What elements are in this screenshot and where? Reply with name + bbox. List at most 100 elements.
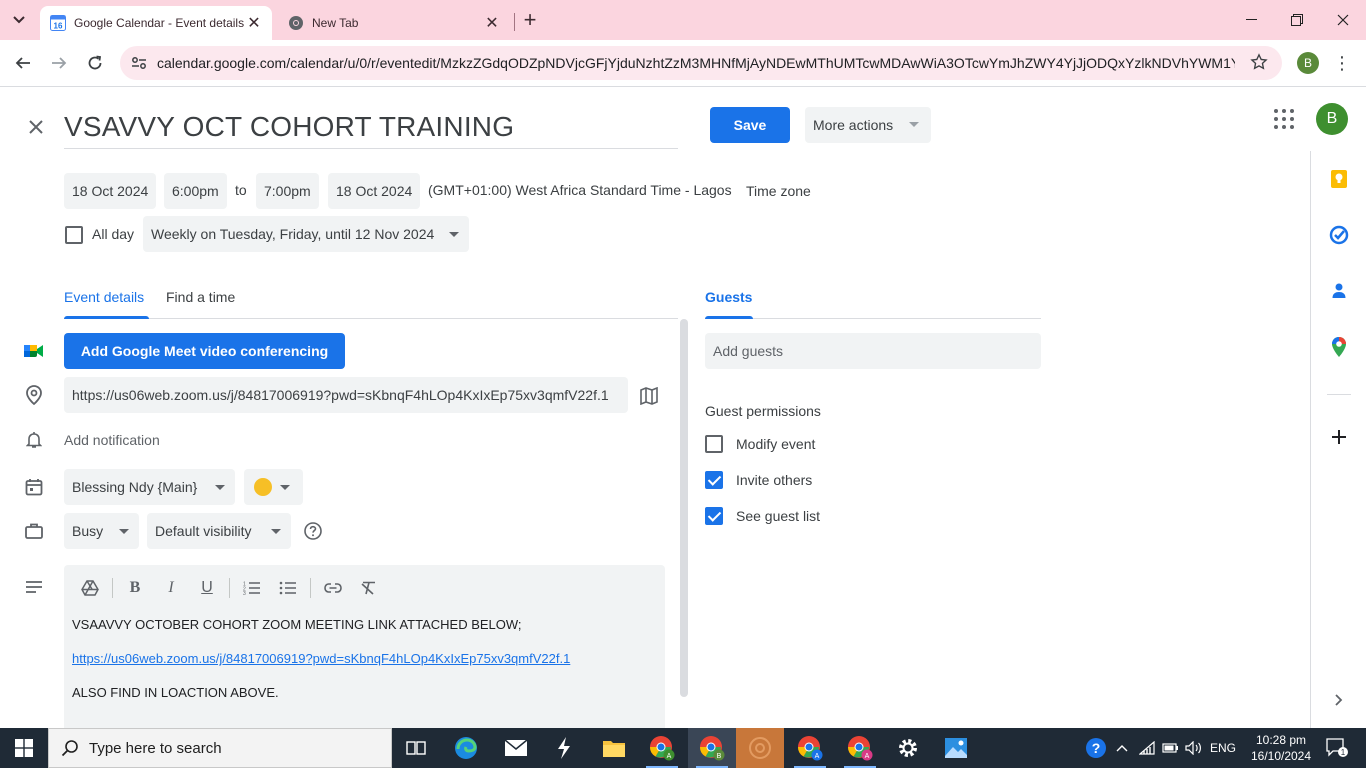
add-notification-button[interactable]: Add notification [64, 432, 160, 448]
chrome-menu-icon[interactable]: ⋮ [1332, 50, 1352, 76]
close-window-button[interactable] [1320, 0, 1366, 40]
help-icon[interactable] [303, 521, 323, 541]
tasks-icon[interactable] [1327, 223, 1351, 247]
forward-button[interactable] [44, 48, 74, 78]
event-color-select[interactable] [244, 469, 303, 505]
start-date-picker[interactable]: 18 Oct 2024 [64, 173, 157, 209]
side-panel-divider [1327, 394, 1351, 395]
svg-text:A: A [815, 753, 820, 760]
time-zone-button[interactable]: Time zone [746, 183, 811, 199]
maps-icon[interactable] [1327, 335, 1351, 359]
bell-icon [22, 428, 46, 452]
color-swatch [254, 478, 272, 496]
taskbar-search[interactable]: Type here to search [48, 728, 392, 768]
visibility-select[interactable]: Default visibility [147, 513, 291, 549]
description-link[interactable]: https://us06web.zoom.us/j/84817006919?pw… [72, 651, 570, 666]
clear-formatting-icon[interactable] [357, 576, 381, 600]
chrome-profile-avatar[interactable]: B [1297, 52, 1319, 74]
description-line: ALSO FIND IN LOACTION ABOVE. [72, 685, 279, 700]
location-input[interactable]: https://us06web.zoom.us/j/84817006919?pw… [64, 377, 628, 413]
description-line: VSAAVVY OCTOBER COHORT ZOOM MEETING LINK… [72, 617, 522, 632]
dropdown-caret-icon [215, 485, 225, 490]
event-title-input[interactable]: VSAVVY OCT COHORT TRAINING [64, 107, 678, 149]
chrome-profile-a3-icon[interactable]: A [836, 728, 884, 768]
dropdown-caret-icon [271, 529, 281, 534]
details-scrollbar[interactable] [680, 319, 688, 697]
more-actions-button[interactable]: More actions [805, 107, 931, 143]
add-meet-button[interactable]: Add Google Meet video conferencing [64, 333, 345, 369]
numbered-list-icon[interactable]: 123 [240, 576, 264, 600]
expand-icon[interactable] [1327, 688, 1351, 712]
task-view-icon[interactable] [392, 728, 440, 768]
add-icon[interactable] [1327, 425, 1351, 449]
all-day-checkbox[interactable] [65, 226, 83, 244]
battery-icon[interactable] [1160, 728, 1182, 768]
bold-icon[interactable]: B [123, 576, 147, 600]
volume-icon[interactable] [1183, 728, 1205, 768]
minimize-button[interactable] [1228, 0, 1274, 40]
reload-icon [88, 55, 102, 70]
new-tab-button[interactable]: + [518, 7, 542, 32]
language-indicator[interactable]: ENG [1208, 728, 1238, 768]
site-info-icon[interactable] [128, 52, 150, 74]
drive-attachment-icon[interactable] [78, 576, 102, 600]
bookmark-star-icon[interactable] [1250, 53, 1268, 76]
show-hidden-icons-icon[interactable] [1112, 728, 1132, 768]
add-guests-input[interactable]: Add guests [705, 333, 1041, 369]
reload-button[interactable] [80, 48, 110, 78]
invite-others-checkbox[interactable] [705, 471, 723, 489]
recurrence-select[interactable]: Weekly on Tuesday, Friday, until 12 Nov … [143, 216, 469, 252]
network-icon[interactable] [1136, 728, 1160, 768]
description-editor[interactable]: B I U 123 VSAAVVY OCTOBER COHORT ZOOM ME… [64, 565, 665, 728]
link-icon[interactable] [321, 576, 345, 600]
settings-gear-icon[interactable] [884, 728, 932, 768]
restore-button[interactable] [1274, 0, 1320, 40]
start-button[interactable] [0, 728, 48, 768]
close-tab-icon[interactable]: ✕ [244, 13, 264, 33]
end-date-picker[interactable]: 18 Oct 2024 [328, 173, 421, 209]
tab-guests[interactable]: Guests [705, 289, 752, 305]
timezone-label[interactable]: (GMT+01:00) West Africa Standard Time - … [428, 182, 732, 198]
chrome-profile-b-icon[interactable]: B [688, 728, 736, 768]
notification-center-icon[interactable]: 1 [1322, 728, 1352, 768]
start-time-picker[interactable]: 6:00pm [164, 173, 227, 209]
chrome-profile-orange-icon[interactable] [736, 728, 784, 768]
file-explorer-icon[interactable] [590, 728, 638, 768]
end-time-picker[interactable]: 7:00pm [256, 173, 319, 209]
calendar-select[interactable]: Blessing Ndy {Main} [64, 469, 235, 505]
underline-icon[interactable]: U [195, 576, 219, 600]
back-button[interactable] [8, 48, 38, 78]
mail-icon[interactable] [492, 728, 540, 768]
address-bar[interactable]: calendar.google.com/calendar/u/0/r/event… [120, 46, 1282, 80]
bulleted-list-icon[interactable] [276, 576, 300, 600]
browser-tab-calendar[interactable]: 16 Google Calendar - Event details ✕ [40, 6, 272, 40]
account-avatar[interactable]: B [1316, 103, 1348, 135]
photos-icon[interactable] [932, 728, 980, 768]
event-edit-page: VSAVVY OCT COHORT TRAINING Save More act… [0, 87, 1366, 728]
tab-find-a-time[interactable]: Find a time [166, 289, 235, 305]
see-guest-list-checkbox[interactable] [705, 507, 723, 525]
edge-icon[interactable] [442, 728, 490, 768]
google-apps-icon[interactable] [1272, 107, 1296, 131]
contacts-icon[interactable] [1327, 279, 1351, 303]
formatting-toolbar: B I U 123 [64, 565, 665, 611]
url-text[interactable]: calendar.google.com/calendar/u/0/r/event… [157, 55, 1235, 71]
close-event-icon[interactable] [24, 115, 48, 139]
taskbar-clock[interactable]: 10:28 pm 16/10/2024 [1236, 732, 1326, 764]
windows-taskbar: Type here to search A B A A ? ENG 10:28 … [0, 728, 1366, 768]
app-icon[interactable] [540, 728, 588, 768]
keep-icon[interactable] [1327, 167, 1351, 191]
chrome-profile-a2-icon[interactable]: A [786, 728, 834, 768]
close-tab-icon[interactable]: ✕ [482, 13, 502, 33]
chrome-favicon-icon [288, 15, 304, 31]
tab-event-details[interactable]: Event details [64, 289, 144, 305]
chrome-profile-a-icon[interactable]: A [638, 728, 686, 768]
help-tray-icon[interactable]: ? [1082, 728, 1110, 768]
availability-select[interactable]: Busy [64, 513, 139, 549]
browser-tab-newtab[interactable]: New Tab ✕ [278, 6, 510, 40]
tab-search-button[interactable] [6, 7, 32, 33]
map-icon[interactable] [638, 385, 660, 407]
save-button[interactable]: Save [710, 107, 790, 143]
italic-icon[interactable]: I [159, 576, 183, 600]
modify-event-checkbox[interactable] [705, 435, 723, 453]
